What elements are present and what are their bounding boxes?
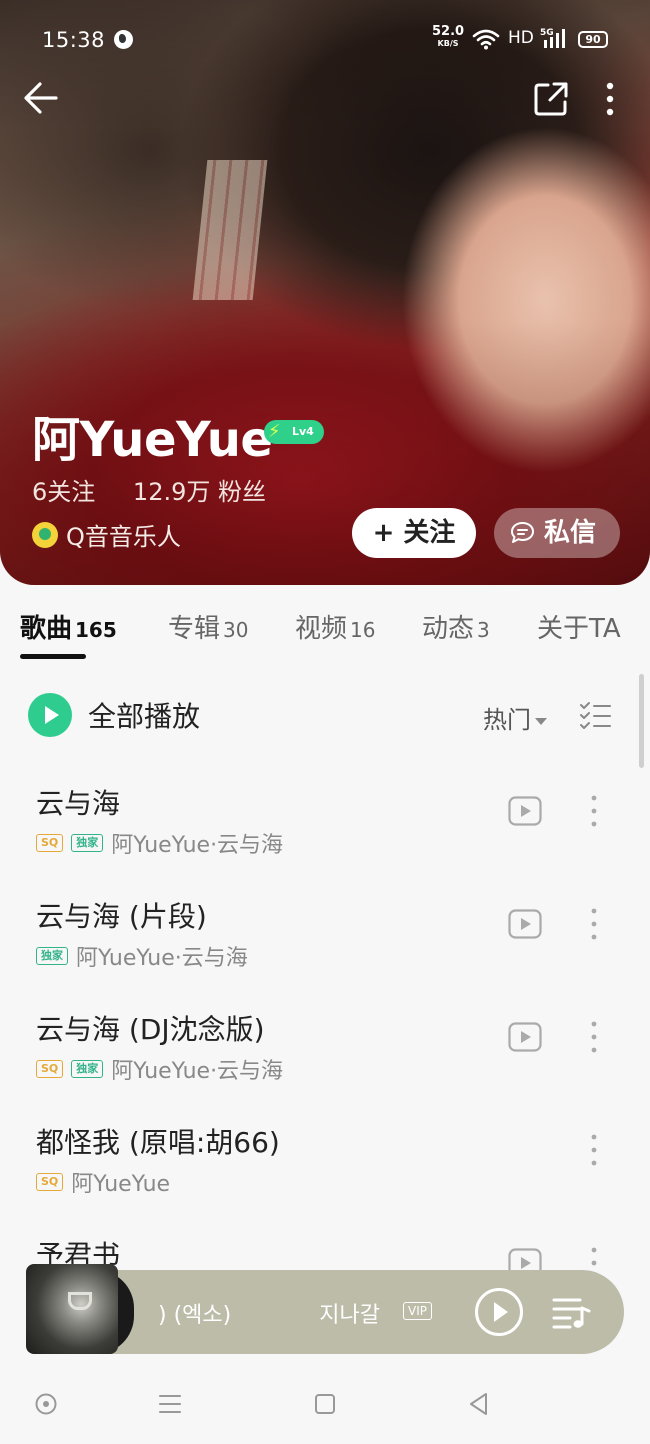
song-title: 云与海 — [36, 787, 121, 820]
battery-level: 90 — [585, 33, 601, 46]
tab-label: 专辑 — [168, 614, 221, 644]
nav-menu-icon[interactable] — [158, 1392, 182, 1416]
tab-count: 165 — [75, 618, 117, 642]
sq-quality-tag: SQ — [36, 834, 64, 852]
song-more-icon[interactable] — [586, 905, 602, 945]
song-meta: SQ 独家 阿YueYue·云与海 — [36, 1056, 284, 1084]
tab-count: 3 — [477, 618, 490, 642]
play-all-label: 全部播放 — [88, 700, 201, 733]
network-speed: 52.0 KB/S — [432, 24, 465, 50]
tab-count: 16 — [350, 618, 376, 642]
nav-assistant-icon[interactable] — [34, 1392, 58, 1416]
mv-video-icon[interactable] — [508, 1022, 542, 1052]
song-artist-album: 阿YueYue·云与海 — [76, 946, 248, 971]
active-tab-indicator — [20, 654, 86, 659]
artist-stats: 6关注 12.9万 粉丝 — [32, 472, 266, 507]
song-meta: SQ 阿YueYue — [36, 1169, 171, 1197]
nav-back-icon[interactable] — [467, 1392, 491, 1416]
more-vertical-icon[interactable] — [600, 80, 620, 120]
tab-label: 关于TA — [537, 614, 621, 644]
mv-video-icon[interactable] — [508, 796, 542, 826]
play-all-button[interactable]: 全部播放 — [28, 692, 200, 738]
network-speed-value: 52.0 — [432, 24, 465, 39]
signal-icon: 5G — [540, 28, 565, 48]
level-badge: ⚡ Lv4 — [264, 420, 324, 444]
song-more-icon[interactable] — [586, 1018, 602, 1058]
following-count[interactable]: 6关注 — [32, 478, 95, 506]
song-row[interactable]: 云与海 (片段) 独家 阿YueYue·云与海 — [0, 885, 650, 995]
song-artist-album: 阿YueYue·云与海 — [111, 833, 284, 858]
song-meta: 独家 阿YueYue·云与海 — [36, 943, 248, 971]
exclusive-tag: 独家 — [36, 947, 68, 965]
artist-name: 阿YueYue — [32, 412, 273, 468]
follow-button[interactable]: + 关注 — [352, 508, 476, 558]
status-bar: 15:38 52.0 KB/S HD 5G 90 — [0, 0, 650, 78]
tab-feed[interactable]: 动态 3 — [422, 608, 490, 645]
now-playing-artist: 지나갈 — [319, 1303, 380, 1328]
tab-videos[interactable]: 视频 16 — [295, 608, 375, 645]
exclusive-tag: 独家 — [71, 834, 104, 852]
vip-tag: VIP — [403, 1302, 432, 1320]
tab-albums[interactable]: 专辑 30 — [168, 608, 248, 645]
wifi-icon — [472, 29, 500, 50]
system-nav-bar — [0, 1370, 650, 1444]
status-time: 15:38 — [42, 28, 106, 52]
sort-dropdown[interactable]: 热门 — [483, 700, 547, 735]
message-button[interactable]: 私信 — [494, 508, 620, 558]
tab-label: 动态 — [422, 614, 475, 644]
battery-icon: 90 — [578, 31, 608, 48]
tab-count: 30 — [223, 618, 249, 642]
song-meta: SQ 独家 阿YueYue·云与海 — [36, 830, 284, 858]
now-playing-title: ) (엑소) — [158, 1303, 232, 1328]
network-speed-unit: KB/S — [437, 39, 459, 48]
song-more-icon[interactable] — [586, 1131, 602, 1171]
song-title: 都怪我 (原唱:胡66) — [36, 1126, 280, 1159]
song-row[interactable]: 云与海 SQ 独家 阿YueYue·云与海 — [0, 772, 650, 882]
share-icon[interactable] — [532, 80, 570, 118]
multi-select-icon[interactable] — [578, 700, 612, 730]
scrollbar[interactable] — [639, 674, 644, 768]
musician-label: Q音音乐人 — [66, 523, 181, 551]
sort-label: 热门 — [483, 706, 531, 734]
playlist-icon[interactable] — [552, 1296, 592, 1330]
play-circle-icon — [28, 693, 72, 737]
exclusive-tag: 独家 — [71, 1060, 104, 1078]
caret-down-icon — [535, 717, 547, 725]
hd-indicator: HD — [508, 28, 534, 48]
signal-label: 5G — [540, 28, 554, 38]
tab-about[interactable]: 关于TA — [537, 608, 621, 645]
cup-artwork — [68, 1292, 92, 1310]
fans-count[interactable]: 12.9万 粉丝 — [133, 478, 266, 506]
sq-quality-tag: SQ — [36, 1060, 64, 1078]
play-icon[interactable] — [474, 1287, 524, 1337]
tab-songs[interactable]: 歌曲 165 — [20, 608, 117, 645]
nav-home-icon[interactable] — [313, 1392, 337, 1416]
song-artist-album: 阿YueYue — [71, 1172, 171, 1197]
chat-bubble-icon — [511, 522, 534, 543]
tab-label: 歌曲 — [20, 614, 73, 644]
back-arrow-icon[interactable] — [22, 80, 60, 116]
message-label: 私信 — [544, 518, 597, 548]
album-art[interactable] — [26, 1264, 118, 1354]
song-more-icon[interactable] — [586, 792, 602, 832]
song-title: 云与海 (片段) — [36, 900, 207, 933]
mv-video-icon[interactable] — [508, 909, 542, 939]
song-title: 云与海 (DJ沈念版) — [36, 1013, 265, 1046]
globe-icon — [114, 30, 133, 49]
qq-music-icon — [32, 521, 58, 548]
level-label: Lv4 — [292, 425, 314, 438]
sq-quality-tag: SQ — [36, 1173, 64, 1191]
profile-tabs: 歌曲 165 专辑 30 视频 16 动态 3 关于TA — [0, 598, 650, 662]
song-row[interactable]: 都怪我 (原唱:胡66) SQ 阿YueYue — [0, 1111, 650, 1221]
song-artist-album: 阿YueYue·云与海 — [111, 1059, 284, 1084]
musician-badge[interactable]: Q音音乐人 — [32, 517, 181, 552]
song-row[interactable]: 云与海 (DJ沈念版) SQ 独家 阿YueYue·云与海 — [0, 998, 650, 1108]
tab-label: 视频 — [295, 614, 348, 644]
bolt-icon: ⚡ — [268, 421, 281, 442]
